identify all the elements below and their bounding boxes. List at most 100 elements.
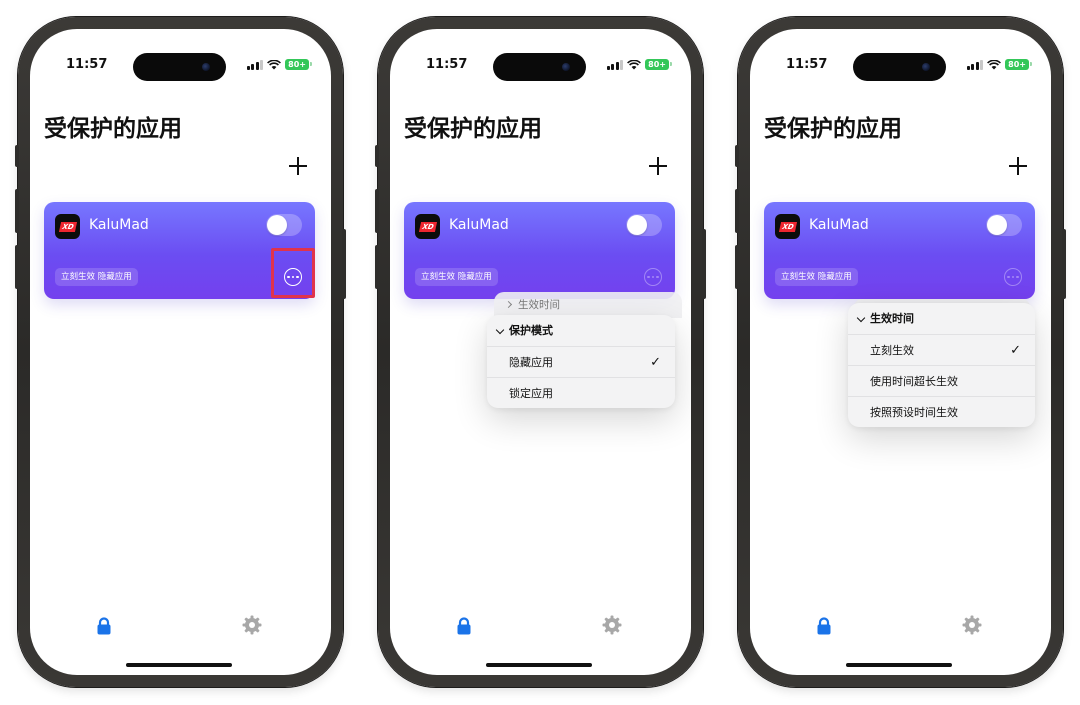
menu-header-label: 保护模式 — [509, 324, 553, 337]
checkmark-icon: ✓ — [1010, 343, 1021, 358]
app-icon-logo: XD — [418, 221, 437, 232]
menu-header-label: 生效时间 — [870, 312, 914, 325]
wifi-icon — [267, 59, 282, 69]
more-options-button[interactable] — [1004, 268, 1022, 286]
status-indicators: 80+ — [606, 59, 672, 70]
status-chip: 立刻生效 隐藏应用 — [415, 268, 498, 286]
camera-icon — [562, 63, 570, 71]
side-button — [342, 229, 346, 299]
menu-item-label: 使用时间超长生效 — [870, 375, 958, 388]
status-time: 11:57 — [786, 57, 828, 72]
app-card[interactable]: XD KaluMad 立刻生效 隐藏应用 — [44, 202, 315, 299]
app-name: KaluMad — [809, 217, 869, 233]
lock-icon[interactable] — [96, 617, 112, 635]
signal-icon — [246, 59, 264, 70]
status-indicators: 80+ — [246, 59, 312, 70]
menu-item-usage-overtime[interactable]: 使用时间超长生效 — [848, 365, 1035, 396]
phone-frame-3: 11:57 80+ 受保护的应用 XD KaluMad 立刻生效 隐藏应用 生效… — [735, 17, 1066, 687]
phone-frame-1: 11:57 80+ 受保护的应用 XD KaluMad 立刻生效 隐藏应用 — [15, 17, 346, 687]
toggle-knob — [267, 215, 287, 235]
menu-item-preset-time[interactable]: 按照预设时间生效 — [848, 396, 1035, 427]
gear-icon[interactable] — [242, 615, 262, 635]
protection-mode-menu: 保护模式 隐藏应用 ✓ 锁定应用 — [487, 315, 675, 408]
menu-item-immediate[interactable]: 立刻生效 ✓ — [848, 334, 1035, 365]
menu-collapsed-label: 生效时间 — [518, 299, 560, 311]
phone-screen: 11:57 80+ 受保护的应用 XD KaluMad 立刻生效 隐藏应用 — [30, 29, 331, 675]
app-name: KaluMad — [89, 217, 149, 233]
side-button — [702, 229, 706, 299]
battery-badge: 80+ — [645, 59, 672, 70]
menu-item-label: 立刻生效 — [870, 344, 914, 357]
app-card[interactable]: XD KaluMad 立刻生效 隐藏应用 — [764, 202, 1035, 299]
gear-icon[interactable] — [962, 615, 982, 635]
side-button — [735, 189, 739, 233]
menu-item-hide-app[interactable]: 隐藏应用 ✓ — [487, 346, 675, 377]
home-indicator[interactable] — [846, 663, 952, 667]
side-button — [375, 189, 379, 233]
menu-item-label: 锁定应用 — [509, 387, 553, 400]
page-title: 受保护的应用 — [764, 116, 902, 142]
protection-toggle[interactable] — [266, 214, 302, 236]
toggle-knob — [987, 215, 1007, 235]
highlight-annotation — [271, 248, 315, 298]
status-indicators: 80+ — [966, 59, 1032, 70]
camera-icon — [922, 63, 930, 71]
side-button — [735, 145, 739, 167]
toggle-knob — [627, 215, 647, 235]
menu-header[interactable]: 生效时间 — [848, 303, 1035, 334]
plus-icon[interactable] — [647, 155, 669, 177]
dynamic-island — [493, 53, 586, 81]
side-button — [375, 145, 379, 167]
status-time: 11:57 — [426, 57, 468, 72]
gear-icon[interactable] — [602, 615, 622, 635]
app-card[interactable]: XD KaluMad 立刻生效 隐藏应用 — [404, 202, 675, 299]
wifi-icon — [987, 59, 1002, 69]
home-indicator[interactable] — [126, 663, 232, 667]
menu-header[interactable]: 保护模式 — [487, 315, 675, 346]
camera-icon — [202, 63, 210, 71]
chevron-down-icon — [856, 313, 866, 323]
page-title: 受保护的应用 — [44, 116, 182, 142]
signal-icon — [966, 59, 984, 70]
battery-badge: 80+ — [285, 59, 312, 70]
app-icon-logo: XD — [778, 221, 797, 232]
app-icon-logo: XD — [58, 221, 77, 232]
side-button — [1062, 229, 1066, 299]
app-icon: XD — [415, 214, 440, 239]
signal-icon — [606, 59, 624, 70]
checkmark-icon: ✓ — [650, 355, 661, 370]
plus-icon[interactable] — [287, 155, 309, 177]
wifi-icon — [627, 59, 642, 69]
side-button — [375, 245, 379, 289]
phone-screen: 11:57 80+ 受保护的应用 XD KaluMad 立刻生效 隐藏应用 生效… — [390, 29, 691, 675]
status-time: 11:57 — [66, 57, 108, 72]
menu-item-label: 隐藏应用 — [509, 356, 553, 369]
menu-item-lock-app[interactable]: 锁定应用 — [487, 377, 675, 408]
status-chip: 立刻生效 隐藏应用 — [55, 268, 138, 286]
page-title: 受保护的应用 — [404, 116, 542, 142]
battery-badge: 80+ — [1005, 59, 1032, 70]
dynamic-island — [853, 53, 946, 81]
more-options-button[interactable] — [644, 268, 662, 286]
app-icon: XD — [55, 214, 80, 239]
chevron-down-icon — [495, 325, 505, 335]
lock-icon[interactable] — [816, 617, 832, 635]
app-name: KaluMad — [449, 217, 509, 233]
effective-time-menu: 生效时间 立刻生效 ✓ 使用时间超长生效 按照预设时间生效 — [848, 303, 1035, 427]
chevron-right-icon — [504, 300, 513, 309]
plus-icon[interactable] — [1007, 155, 1029, 177]
home-indicator[interactable] — [486, 663, 592, 667]
status-chip: 立刻生效 隐藏应用 — [775, 268, 858, 286]
phone-screen: 11:57 80+ 受保护的应用 XD KaluMad 立刻生效 隐藏应用 生效… — [750, 29, 1051, 675]
protection-toggle[interactable] — [626, 214, 662, 236]
protection-toggle[interactable] — [986, 214, 1022, 236]
lock-icon[interactable] — [456, 617, 472, 635]
side-button — [15, 189, 19, 233]
phone-frame-2: 11:57 80+ 受保护的应用 XD KaluMad 立刻生效 隐藏应用 生效… — [375, 17, 706, 687]
menu-item-label: 按照预设时间生效 — [870, 406, 958, 419]
side-button — [15, 245, 19, 289]
app-icon: XD — [775, 214, 800, 239]
dynamic-island — [133, 53, 226, 81]
side-button — [15, 145, 19, 167]
side-button — [735, 245, 739, 289]
